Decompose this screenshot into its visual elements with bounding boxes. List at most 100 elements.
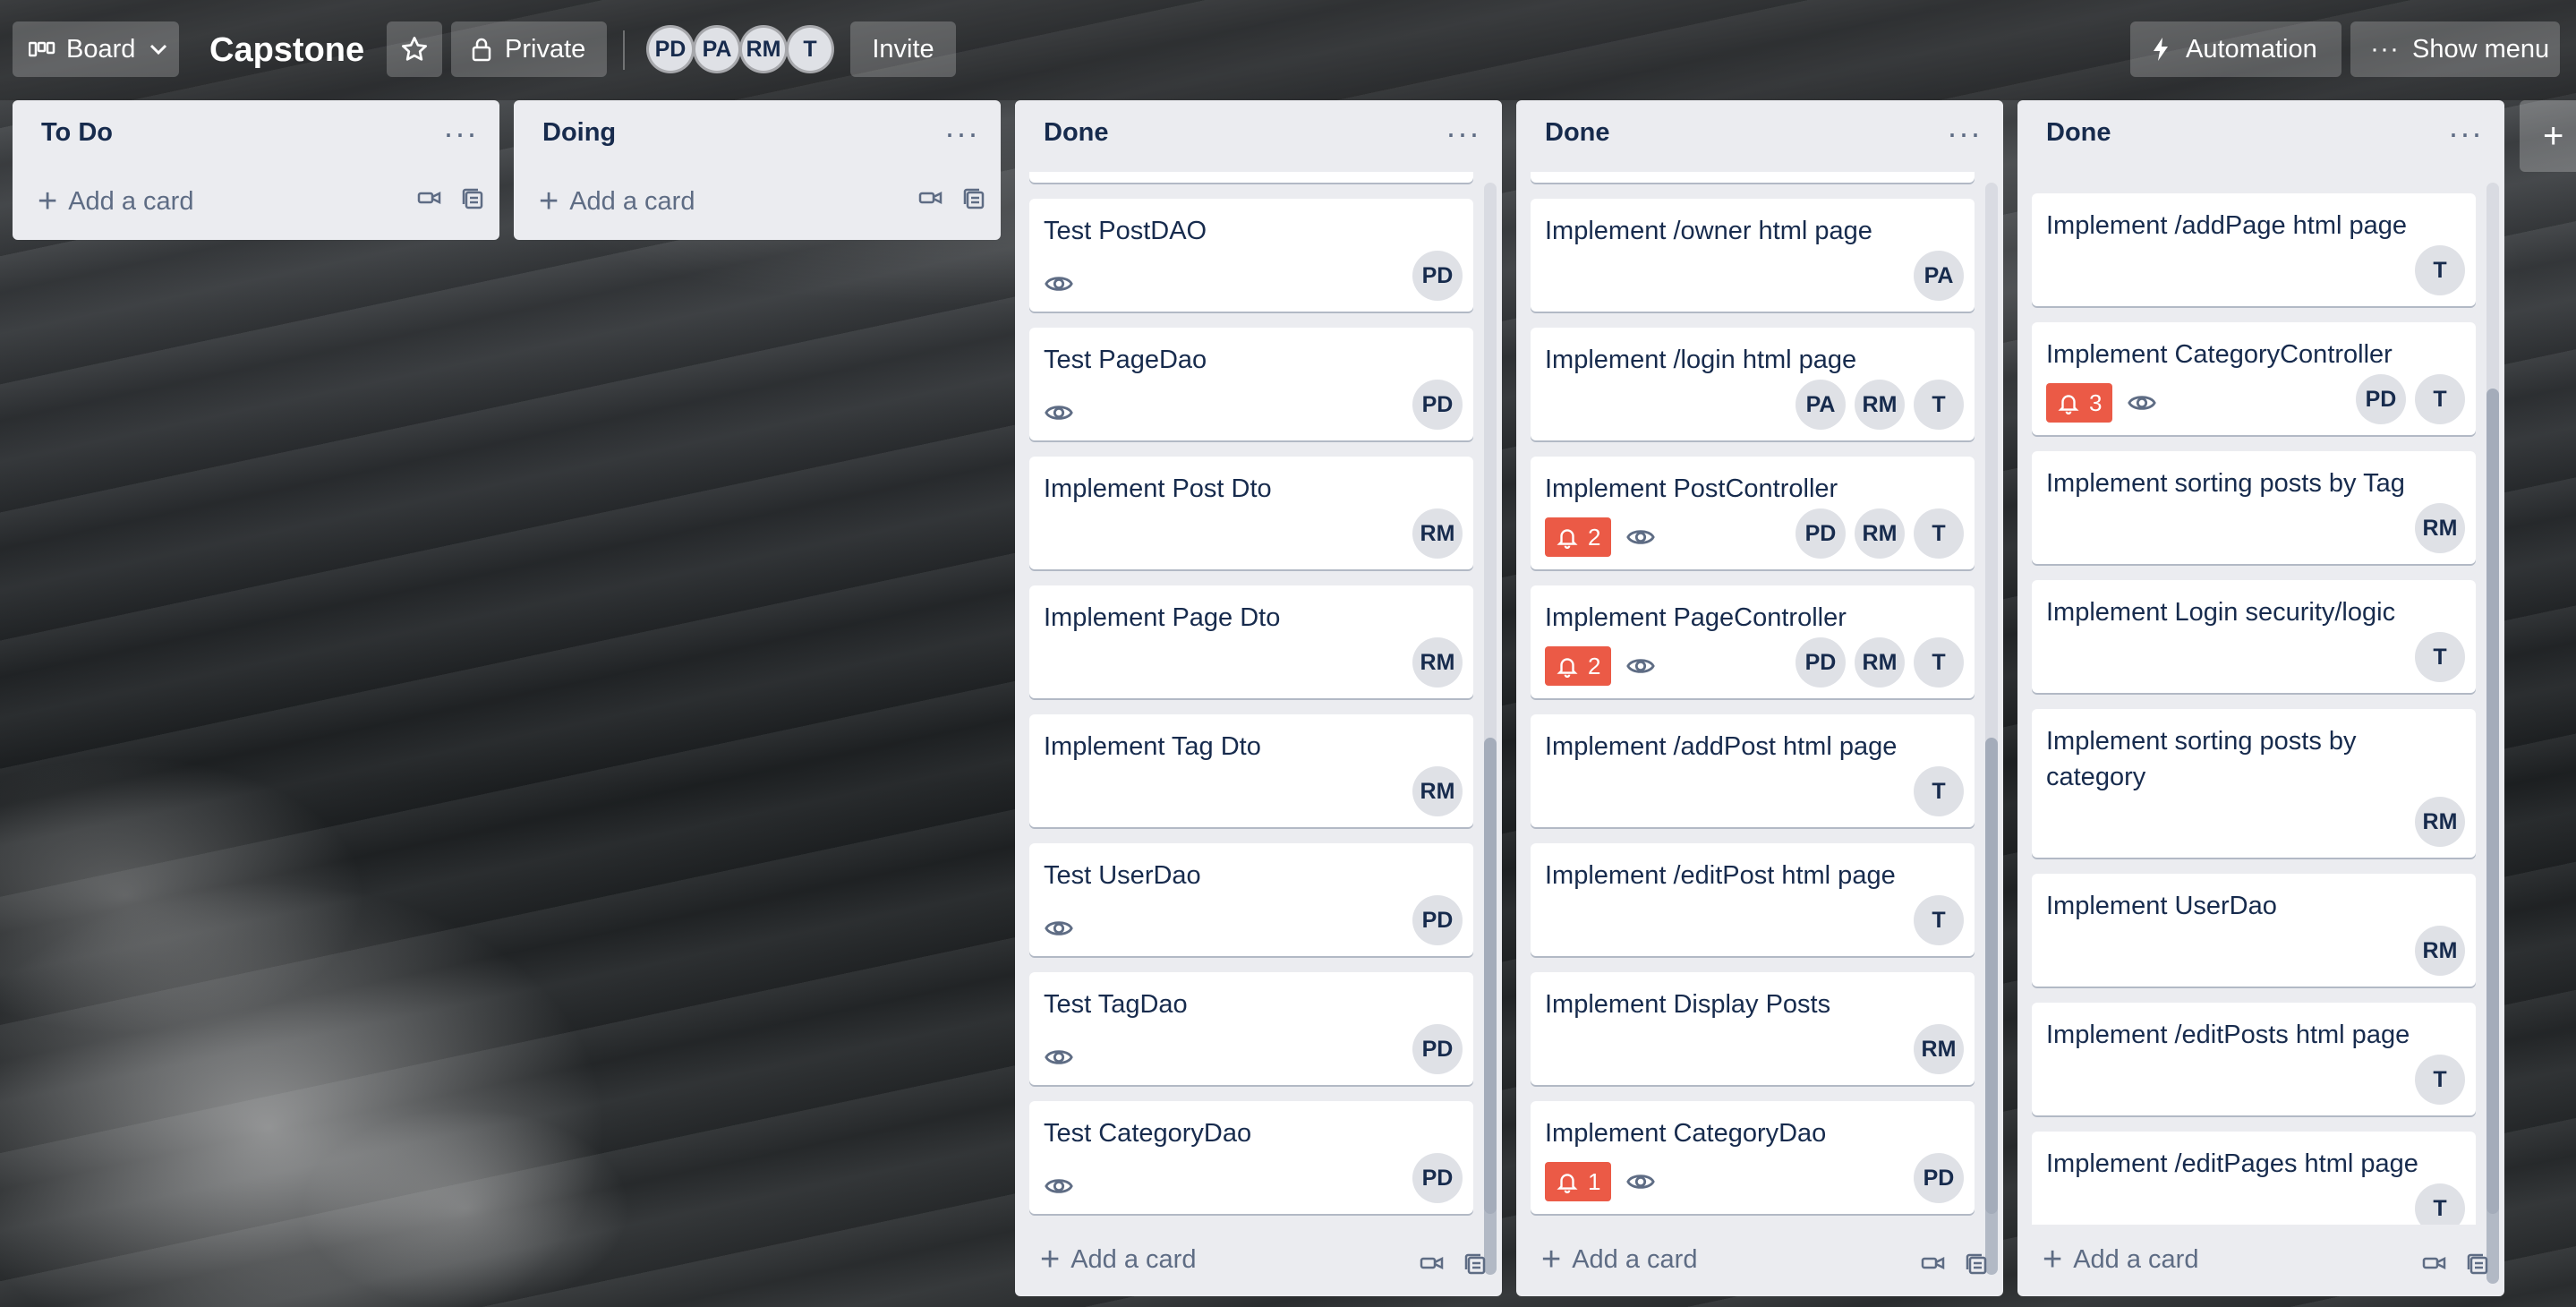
member-avatar[interactable]: RM <box>2415 503 2465 553</box>
member-avatar[interactable]: T <box>2415 1055 2465 1105</box>
card[interactable]: Implement PostController 2 PD RM T <box>1531 457 1975 569</box>
member-avatar[interactable]: PD <box>1412 895 1463 945</box>
board-member-avatar[interactable]: RM <box>739 25 788 73</box>
list-menu-icon[interactable]: ··· <box>1446 115 1480 152</box>
add-list-button[interactable]: + <box>2520 100 2576 172</box>
card-title: Implement /addPost html page <box>1545 732 1898 761</box>
add-card-button[interactable]: + Add a card <box>528 177 705 226</box>
card[interactable]: Test CategoryDao PD <box>1029 1101 1473 1214</box>
add-card-button[interactable]: + Add a card <box>1531 1235 1708 1284</box>
card[interactable]: Implement /owner html page PA <box>1531 199 1975 312</box>
visibility-button[interactable]: Private <box>451 21 607 77</box>
add-card-button[interactable]: + Add a card <box>27 177 204 226</box>
member-avatar[interactable]: RM <box>2415 797 2465 847</box>
list-title[interactable]: Done <box>1044 118 1109 148</box>
notification-badge[interactable]: 1 <box>1545 1162 1612 1201</box>
template-icon[interactable] <box>963 188 986 211</box>
card[interactable]: Implement /editPages html page T <box>2032 1132 2476 1225</box>
member-avatar[interactable]: PD <box>1796 637 1846 688</box>
card[interactable]: Test UserDao PD <box>1029 843 1473 956</box>
card[interactable]: Implement Display Posts RM <box>1531 972 1975 1085</box>
member-avatar[interactable]: RM <box>1412 766 1463 816</box>
video-icon[interactable] <box>417 188 442 208</box>
member-avatar[interactable]: T <box>1914 508 1964 559</box>
member-avatar[interactable]: PA <box>1914 251 1964 301</box>
member-avatar[interactable]: RM <box>2415 926 2465 976</box>
star-button[interactable] <box>387 21 442 77</box>
member-avatar[interactable]: PA <box>1796 380 1846 430</box>
list-title[interactable]: Doing <box>542 118 616 148</box>
board-title[interactable]: Capstone <box>209 23 364 77</box>
member-avatar[interactable]: PD <box>1796 508 1846 559</box>
card[interactable]: Implement sorting posts by Tag RM <box>2032 451 2476 564</box>
card[interactable]: Test TagDao PD <box>1029 972 1473 1085</box>
member-avatar[interactable]: T <box>2415 632 2465 682</box>
card[interactable]: Implement Post Dto RM <box>1029 457 1473 569</box>
card[interactable]: Implement Tag Dto RM <box>1029 714 1473 827</box>
notification-badge[interactable]: 2 <box>1545 646 1612 686</box>
template-icon[interactable] <box>462 188 485 211</box>
member-avatar[interactable]: RM <box>1855 637 1905 688</box>
card[interactable]: Test PostDAO PD <box>1029 199 1473 312</box>
card-partial[interactable] <box>1531 172 1975 183</box>
member-avatar[interactable]: RM <box>1412 637 1463 688</box>
list-menu-icon[interactable]: ··· <box>443 115 478 152</box>
card[interactable]: Implement /editPost html page T <box>1531 843 1975 956</box>
list-title[interactable]: Done <box>2046 118 2111 148</box>
template-icon[interactable] <box>1464 1253 1488 1277</box>
card[interactable]: Implement Login security/logic T <box>2032 580 2476 693</box>
member-avatar[interactable]: PD <box>1412 380 1463 430</box>
list-menu-icon[interactable]: ··· <box>2448 115 2483 152</box>
list-menu-icon[interactable]: ··· <box>1947 115 1982 152</box>
list-title[interactable]: To Do <box>41 118 113 148</box>
board-member-avatar[interactable]: PA <box>693 25 741 73</box>
member-avatar[interactable]: T <box>1914 637 1964 688</box>
card[interactable]: Implement /addPost html page T <box>1531 714 1975 827</box>
card-list: Implement /addPage html page T Implement C… <box>2017 172 2504 1225</box>
list-title[interactable]: Done <box>1545 118 1610 148</box>
card[interactable]: Implement CategoryController 3 PD T <box>2032 322 2476 435</box>
member-avatar[interactable]: PD <box>1412 251 1463 301</box>
card[interactable]: Implement Page Dto RM <box>1029 585 1473 698</box>
member-avatar[interactable]: T <box>1914 380 1964 430</box>
invite-button[interactable]: Invite <box>850 21 956 77</box>
video-icon[interactable] <box>918 188 943 208</box>
member-avatar[interactable]: T <box>2415 245 2465 295</box>
member-avatar[interactable]: PD <box>1412 1024 1463 1074</box>
member-avatar[interactable]: PD <box>2356 374 2406 424</box>
member-avatar[interactable]: PD <box>1412 1153 1463 1203</box>
card[interactable]: Implement CategoryDao 1 PD <box>1531 1101 1975 1214</box>
member-avatar[interactable]: T <box>1914 895 1964 945</box>
member-avatar[interactable]: T <box>2415 1183 2465 1225</box>
card[interactable]: Test PageDao PD <box>1029 328 1473 440</box>
view-switcher-button[interactable]: Board <box>13 21 179 77</box>
video-icon[interactable] <box>2422 1253 2447 1273</box>
template-icon[interactable] <box>2467 1253 2490 1277</box>
member-avatar[interactable]: RM <box>1914 1024 1964 1074</box>
card[interactable]: Implement PageController 2 PD RM T <box>1531 585 1975 698</box>
automation-button[interactable]: Automation <box>2130 21 2341 77</box>
member-avatar[interactable]: RM <box>1855 508 1905 559</box>
board-member-avatar[interactable]: PD <box>646 25 695 73</box>
video-icon[interactable] <box>1921 1253 1946 1273</box>
member-avatar[interactable]: RM <box>1412 508 1463 559</box>
member-avatar[interactable]: PD <box>1914 1153 1964 1203</box>
card[interactable]: Implement UserDao RM <box>2032 874 2476 987</box>
card[interactable]: Implement sorting posts by category RM <box>2032 709 2476 858</box>
list-menu-icon[interactable]: ··· <box>944 115 979 152</box>
add-card-button[interactable]: + Add a card <box>2032 1235 2209 1284</box>
template-icon[interactable] <box>1966 1253 1989 1277</box>
member-avatar[interactable]: T <box>2415 374 2465 424</box>
notification-badge[interactable]: 2 <box>1545 517 1612 557</box>
video-icon[interactable] <box>1420 1253 1445 1273</box>
card[interactable]: Implement /login html page PA RM T <box>1531 328 1975 440</box>
member-avatar[interactable]: RM <box>1855 380 1905 430</box>
member-avatar[interactable]: T <box>1914 766 1964 816</box>
card[interactable]: Implement /addPage html page T <box>2032 193 2476 306</box>
card[interactable]: Implement /editPosts html page T <box>2032 1003 2476 1115</box>
add-card-button[interactable]: + Add a card <box>1029 1235 1207 1284</box>
notification-badge[interactable]: 3 <box>2046 383 2113 423</box>
show-menu-button[interactable]: ··· Show menu <box>2350 21 2560 77</box>
card-partial[interactable] <box>1029 172 1473 183</box>
board-member-avatar[interactable]: T <box>786 25 834 73</box>
